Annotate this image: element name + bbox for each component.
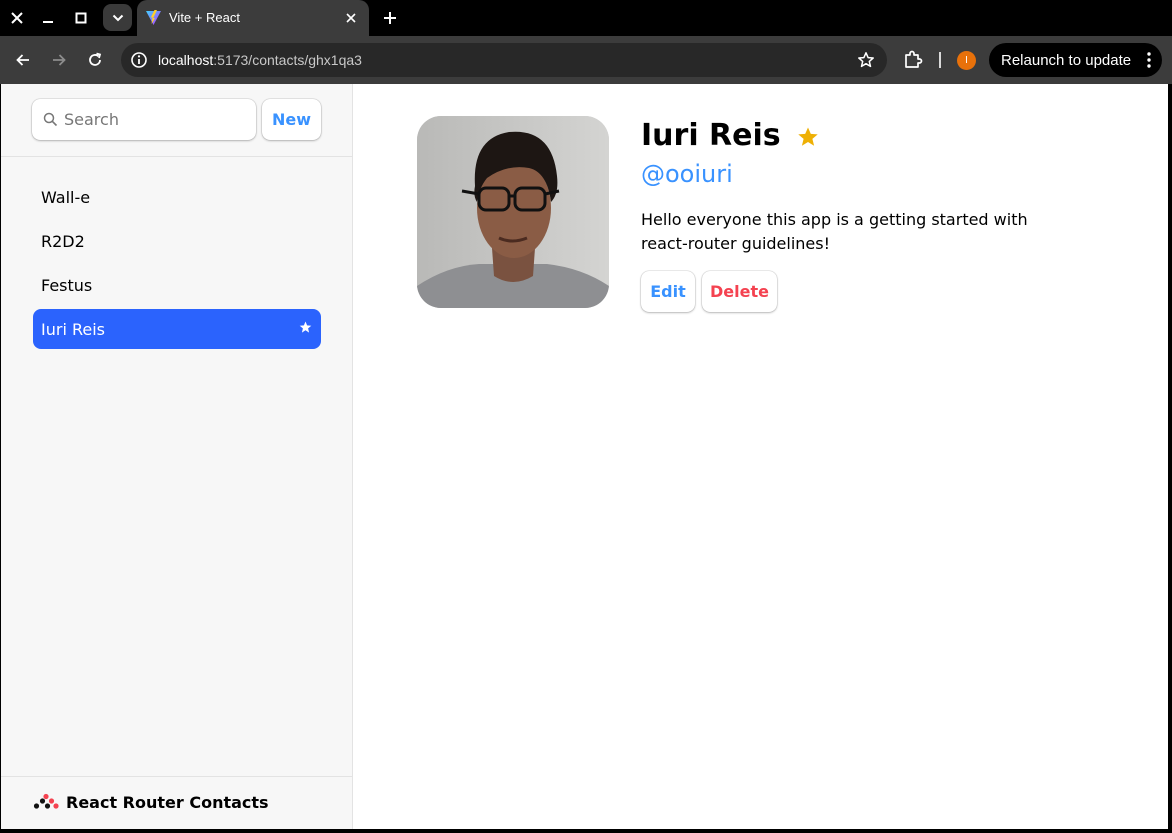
contact-notes: Hello everyone this app is a getting sta…: [641, 210, 1028, 253]
page-viewport: New Wall-e R2D2 Festus Iuri Reis React R…: [1, 84, 1168, 829]
reload-button[interactable]: [83, 48, 107, 72]
minimize-icon: [43, 21, 53, 23]
info-icon[interactable]: [130, 51, 148, 69]
close-window-button[interactable]: [6, 7, 28, 29]
close-icon: [11, 12, 23, 24]
new-contact-button[interactable]: New: [262, 99, 321, 140]
sidebar: New Wall-e R2D2 Festus Iuri Reis React R…: [1, 84, 353, 829]
arrow-right-icon: [53, 54, 66, 66]
contact-item-iuri-reis[interactable]: Iuri Reis: [33, 309, 321, 349]
sidebar-divider: [1, 156, 352, 157]
vite-logo-icon: [146, 10, 161, 25]
browser-titlebar: Vite + React: [0, 0, 1172, 36]
contact-avatar: [417, 116, 609, 308]
contact-item-label: Iuri Reis: [41, 319, 105, 339]
url-text[interactable]: localhost:5173/contacts/ghx1qa3: [158, 52, 362, 68]
close-icon: [346, 13, 356, 23]
relaunch-label: Relaunch to update: [1001, 51, 1132, 69]
browser-toolbar: localhost:5173/contacts/ghx1qa3 I Relaun…: [0, 36, 1172, 84]
favorite-star-icon: [299, 321, 312, 333]
contact-handle-link[interactable]: @ooiuri: [641, 160, 733, 188]
maximize-window-button[interactable]: [70, 7, 92, 29]
chevron-down-icon: [112, 14, 123, 21]
tab-close-button[interactable]: [341, 8, 361, 28]
footer-brand-title: React Router Contacts: [66, 793, 269, 812]
edit-button[interactable]: Edit: [641, 271, 695, 312]
favorite-star-icon[interactable]: [797, 126, 819, 148]
contact-item-r2d2[interactable]: R2D2: [33, 221, 321, 261]
search-icon: [43, 112, 58, 127]
maximize-icon: [75, 12, 87, 24]
search-box[interactable]: [32, 99, 256, 140]
sidebar-footer-divider: [1, 776, 352, 777]
arrow-left-icon: [16, 54, 29, 66]
new-tab-button[interactable]: [378, 6, 402, 30]
forward-button[interactable]: [47, 48, 71, 72]
more-vertical-icon: [1147, 52, 1151, 68]
browser-tab-active[interactable]: Vite + React: [137, 0, 369, 36]
contact-name-heading: Iuri Reis: [641, 118, 819, 153]
contact-item-wall-e[interactable]: Wall-e: [33, 177, 321, 217]
tab-title: Vite + React: [169, 10, 240, 25]
url-host: localhost: [158, 52, 214, 68]
star-outline-icon[interactable]: [857, 51, 875, 69]
contact-name: Iuri Reis: [641, 118, 781, 153]
toolbar-separator: [939, 52, 941, 68]
address-bar[interactable]: localhost:5173/contacts/ghx1qa3: [121, 43, 887, 77]
profile-avatar-button[interactable]: I: [957, 51, 976, 70]
plus-icon: [384, 12, 396, 24]
contact-item-label: R2D2: [41, 231, 85, 251]
back-button[interactable]: [11, 48, 35, 72]
relaunch-to-update-button[interactable]: Relaunch to update: [989, 43, 1162, 77]
contact-list: Wall-e R2D2 Festus Iuri Reis: [33, 177, 321, 353]
contact-item-label: Festus: [41, 275, 93, 295]
puzzle-icon[interactable]: [902, 48, 924, 70]
url-path: :5173/contacts/ghx1qa3: [213, 52, 362, 68]
delete-button[interactable]: Delete: [702, 271, 777, 312]
avatar-photo: [417, 116, 609, 308]
tab-search-button[interactable]: [103, 4, 132, 31]
contact-item-label: Wall-e: [41, 187, 91, 207]
contact-item-festus[interactable]: Festus: [33, 265, 321, 305]
search-input[interactable]: [64, 99, 250, 140]
react-router-logo-icon: [33, 793, 59, 809]
reload-icon: [89, 52, 102, 66]
minimize-window-button[interactable]: [37, 7, 59, 29]
